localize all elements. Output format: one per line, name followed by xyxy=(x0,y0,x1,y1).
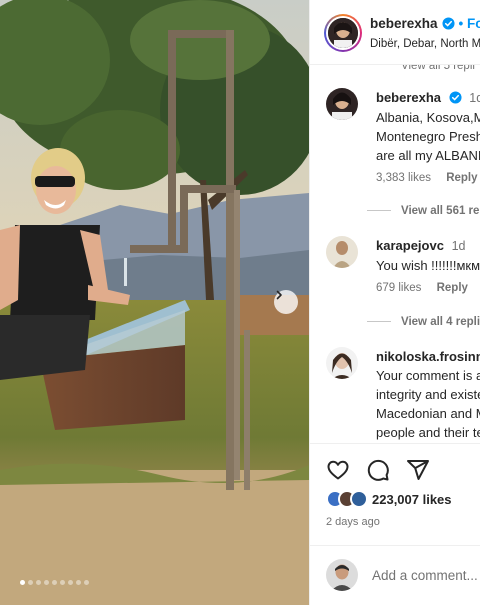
location-link[interactable]: Dibër, Debar, North M xyxy=(370,38,480,50)
share-icon[interactable] xyxy=(406,458,430,482)
avatar xyxy=(326,559,358,591)
carousel-dot xyxy=(76,580,81,585)
next-slide-button[interactable] xyxy=(274,290,298,314)
avatar xyxy=(350,490,368,508)
view-replies-link[interactable]: View all 561 rep xyxy=(367,205,480,217)
comment-likes[interactable]: 3,383 likes xyxy=(376,172,431,184)
verified-badge-icon xyxy=(442,17,455,30)
comment-text-line: Albania, Kosova,Ma xyxy=(376,110,480,125)
comment-avatar[interactable] xyxy=(326,236,358,268)
comment-username[interactable]: nikoloska.frosinna xyxy=(376,349,480,364)
comments-panel: beberexha • Fo Dibër, Debar, North M Vie… xyxy=(309,0,480,605)
comment-icon[interactable] xyxy=(366,458,390,482)
comment-username[interactable]: karapejovc xyxy=(376,238,444,253)
carousel-dots xyxy=(20,580,89,585)
carousel-dot xyxy=(44,580,49,585)
carousel-dot xyxy=(60,580,65,585)
comment-text-line: integrity and existe xyxy=(376,387,480,402)
comment-likes[interactable]: 679 likes xyxy=(376,282,421,294)
comment-time: 1d xyxy=(469,91,480,105)
header-username[interactable]: beberexha xyxy=(370,16,438,31)
comment-text-line: Macedonian and M xyxy=(376,406,480,421)
likes-summary[interactable]: 223,007 likes xyxy=(326,490,452,508)
carousel-dot xyxy=(36,580,41,585)
comment-avatar[interactable] xyxy=(326,88,358,120)
comment-text-line: people and their te xyxy=(376,425,480,440)
photo-scene xyxy=(0,0,309,605)
post-photo[interactable] xyxy=(0,0,309,605)
comment-avatar[interactable] xyxy=(326,347,358,379)
comment-text-line: are all my ALBANIA xyxy=(376,148,480,163)
post-date[interactable]: 2 days ago xyxy=(326,516,380,528)
follow-button[interactable]: • Fo xyxy=(459,16,480,31)
comment-text-line: You wish !!!!!!!мкмн xyxy=(376,258,480,273)
add-comment-input[interactable]: Add a comment... xyxy=(372,568,478,583)
comment-text-line: Montenegro Presh xyxy=(376,129,480,144)
comment-username[interactable]: beberexha xyxy=(376,90,441,105)
comment-text-line: Your comment is a xyxy=(376,368,480,383)
reply-button[interactable]: Reply xyxy=(446,172,477,184)
heart-icon[interactable] xyxy=(326,458,350,482)
carousel-dot xyxy=(52,580,57,585)
verified-badge-icon xyxy=(449,91,462,104)
carousel-dot xyxy=(28,580,33,585)
post-header: beberexha • Fo Dibër, Debar, North M xyxy=(310,0,480,65)
story-ring[interactable] xyxy=(324,14,362,52)
carousel-dot xyxy=(68,580,73,585)
view-replies-link[interactable]: View all 4 repli xyxy=(367,316,480,328)
carousel-dot xyxy=(84,580,89,585)
carousel-dot xyxy=(20,580,25,585)
chevron-right-icon xyxy=(276,290,282,300)
reply-button[interactable]: Reply xyxy=(437,282,468,294)
comment-time: 1d xyxy=(451,239,466,253)
likes-count[interactable]: 223,007 likes xyxy=(372,492,452,507)
avatar xyxy=(328,18,358,48)
post-actions: 223,007 likes 2 days ago Add a comment..… xyxy=(310,443,480,605)
add-comment-bar: Add a comment... xyxy=(310,545,480,605)
